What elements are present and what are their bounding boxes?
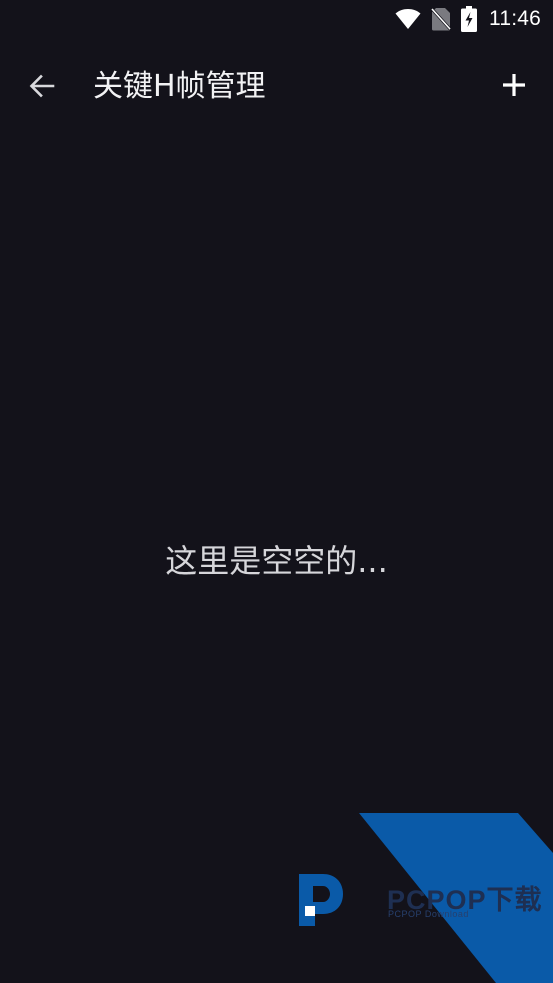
watermark-subtitle: PCPOP Download — [388, 909, 469, 919]
back-button[interactable] — [18, 66, 66, 110]
add-button[interactable] — [491, 64, 537, 110]
status-icons: 11:46 — [395, 5, 541, 33]
pcpop-logo-icon — [293, 868, 345, 934]
empty-state-message: 这里是空空的... — [165, 542, 388, 580]
status-time: 11:46 — [489, 7, 541, 30]
plus-icon — [501, 72, 527, 102]
status-bar: 11:46 — [0, 0, 553, 38]
page-title: 关键H帧管理 — [93, 69, 266, 104]
watermark: PCPOP下载 PCPOP Download — [293, 808, 553, 983]
app-bar: 关键H帧管理 — [0, 38, 553, 138]
no-sim-icon — [431, 7, 451, 31]
battery-charging-icon — [461, 6, 477, 32]
wifi-icon — [395, 8, 421, 30]
screen: 11:46 关键H帧管理 这里是空空的... PCPOP下载 PCPOP Dow… — [0, 0, 553, 983]
arrow-left-icon — [28, 72, 56, 104]
